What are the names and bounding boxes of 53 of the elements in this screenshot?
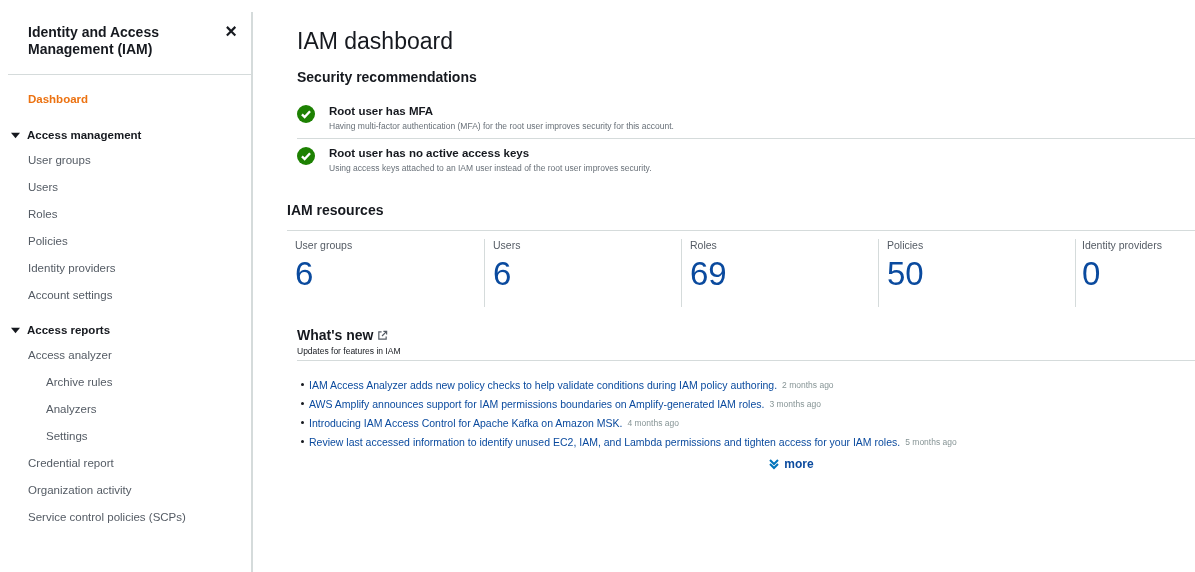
section-subtitle: Updates for features in IAM xyxy=(297,346,402,356)
nav-link[interactable]: Policies xyxy=(28,231,251,258)
nav-link[interactable]: Roles xyxy=(28,204,251,231)
resource-label: User groups xyxy=(295,239,354,251)
news-age: 3 months ago xyxy=(769,398,821,409)
news-age: 4 months ago xyxy=(627,417,679,428)
resource-label: Users xyxy=(493,239,522,251)
nav-link[interactable]: Credential report xyxy=(28,453,251,480)
section-heading: Security recommendations xyxy=(297,69,478,85)
recommendation-description: Having multi-factor authentication (MFA) for the root user improves security for this account. xyxy=(329,120,674,133)
bullet-icon xyxy=(301,383,304,386)
nav-link[interactable]: Service control policies (SCPs) xyxy=(28,507,251,534)
bullet-icon xyxy=(301,402,304,405)
nav-link[interactable]: Settings xyxy=(28,426,251,453)
more-button[interactable]: more xyxy=(766,455,816,473)
resource-count-link[interactable]: 0 xyxy=(1082,253,1177,295)
resource-label: Policies xyxy=(887,239,925,251)
resource-label: Identity providers xyxy=(1082,239,1163,251)
sidebar-title: Identity and Access Management (IAM) xyxy=(28,24,160,58)
nav-link[interactable]: User groups xyxy=(28,150,251,177)
nav-link[interactable]: Access analyzer xyxy=(28,345,251,372)
nav-section-toggle[interactable]: Access management xyxy=(0,123,251,147)
nav-link[interactable]: Account settings xyxy=(28,285,251,312)
resource-count-link[interactable]: 6 xyxy=(493,253,681,295)
news-age: 5 months ago xyxy=(905,436,957,447)
bullet-icon xyxy=(301,421,304,424)
recommendation-description: Using access keys attached to an IAM user instead of the root user improves security. xyxy=(329,162,652,175)
bullet-icon xyxy=(301,440,304,443)
resource-label: Roles xyxy=(690,239,718,251)
section-heading: IAM resources xyxy=(287,202,385,218)
external-link-icon xyxy=(377,329,389,341)
nav-link[interactable]: Archive rules xyxy=(28,372,251,399)
resource-count-link[interactable]: 69 xyxy=(690,253,878,295)
page-title: IAM dashboard xyxy=(297,28,454,55)
nav-link[interactable]: Analyzers xyxy=(28,399,251,426)
caret-icon xyxy=(11,325,20,335)
resource-count-link[interactable]: 50 xyxy=(887,253,1075,295)
news-link[interactable]: Introducing IAM Access Control for Apache Kafka on Amazon MSK. xyxy=(309,416,623,429)
nav-link[interactable]: Users xyxy=(28,177,251,204)
nav-section-toggle[interactable]: Access reports xyxy=(0,318,251,342)
close-button[interactable]: × xyxy=(225,24,237,38)
news-link[interactable]: AWS Amplify announces support for IAM permissions boundaries on Amplify-generated IAM roles. xyxy=(309,397,765,410)
news-link[interactable]: Review last accessed information to identify unused EC2, IAM, and Lambda permissions and tighten access for your IAM roles. xyxy=(309,435,901,448)
recommendation-title: Root user has MFA xyxy=(329,104,435,119)
caret-icon xyxy=(11,130,20,140)
double-chevron-down-icon xyxy=(768,458,781,470)
recommendation-title: Root user has no active access keys xyxy=(329,146,531,161)
nav-link[interactable]: Identity providers xyxy=(28,258,251,285)
news-link[interactable]: IAM Access Analyzer adds new policy checks to help validate conditions during IAM policy authoring. xyxy=(309,378,778,391)
nav-link[interactable]: Organization activity xyxy=(28,480,251,507)
news-age: 2 months ago xyxy=(782,379,834,390)
resource-count-link[interactable]: 6 xyxy=(295,253,484,295)
section-heading: What's new xyxy=(297,327,374,343)
